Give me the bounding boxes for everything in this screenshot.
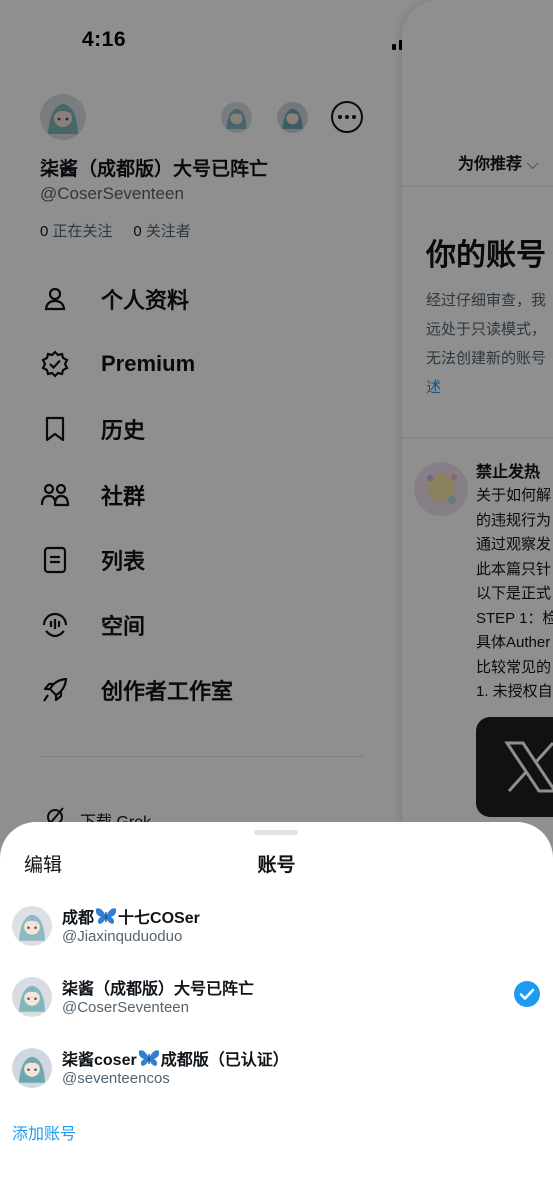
sheet-grabber[interactable] [254, 830, 298, 835]
account-handle: @seventeencos [62, 1070, 170, 1087]
selected-check-icon [514, 981, 540, 1007]
account-name: 柒酱coser 成都版（已认证） [62, 1046, 289, 1070]
account-row[interactable]: 柒酱coser 成都版（已认证） @seventeencos [0, 1040, 553, 1100]
account-avatar [12, 906, 52, 946]
butterfly-icon [95, 907, 117, 925]
app-screen: 4:16 为你推荐 ⌵ 你的账号 经过仔细审查，我 远处于只读模式， 无法创建新… [0, 0, 553, 1200]
account-avatar [12, 1048, 52, 1088]
account-avatar [12, 977, 52, 1017]
account-handle: @CoserSeventeen [62, 999, 189, 1016]
edit-button[interactable]: 编辑 [24, 850, 62, 877]
accounts-sheet: 账号 编辑 成都 十七COSer @Jiaxinquduoduo 柒酱（成都版）… [0, 822, 553, 1200]
butterfly-icon [138, 1049, 160, 1067]
account-name: 柒酱（成都版）大号已阵亡 [62, 981, 255, 998]
add-account-button[interactable]: 添加账号 [12, 1120, 76, 1144]
account-handle: @Jiaxinquduoduo [62, 928, 183, 945]
sheet-title: 账号 [257, 855, 296, 876]
account-row[interactable]: 成都 十七COSer @Jiaxinquduoduo [0, 898, 553, 958]
account-row[interactable]: 柒酱（成都版）大号已阵亡 @CoserSeventeen [0, 969, 553, 1029]
account-name: 成都 十七COSer [62, 904, 200, 928]
